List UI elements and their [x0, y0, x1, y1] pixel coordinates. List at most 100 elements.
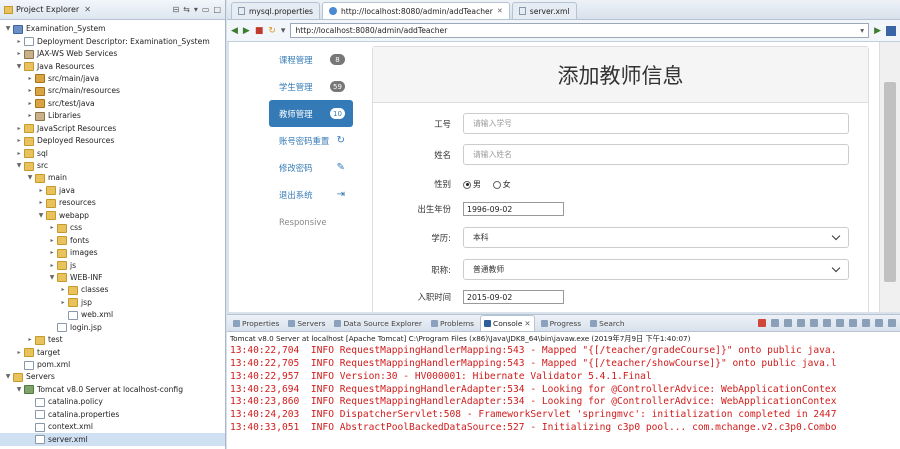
tree-item[interactable]: ▸ JAX-WS Web Services [0, 48, 225, 60]
tree-item[interactable]: ▸ src/main/java [0, 73, 225, 85]
tree-item[interactable]: ▸ css [0, 222, 225, 234]
tree-item[interactable]: login.jsp [0, 322, 225, 334]
close-tab-icon[interactable]: ✕ [497, 7, 503, 15]
name-input[interactable]: 请输入姓名 [463, 144, 849, 165]
nav-reset-password[interactable]: 账号密码重置 ↻ [269, 127, 353, 154]
tab-server-xml[interactable]: server.xml [511, 2, 577, 19]
tree-item[interactable]: pom.xml [0, 359, 225, 371]
hire-date-input[interactable]: 2015-09-02 [463, 290, 564, 304]
tab-properties[interactable]: Properties [230, 315, 282, 331]
collapsed-arrow-icon[interactable]: ▸ [15, 347, 23, 359]
radio-male[interactable] [463, 180, 471, 189]
expanded-arrow-icon[interactable]: ▼ [48, 272, 56, 284]
tree-item[interactable]: web.xml [0, 309, 225, 321]
tree-item[interactable]: ▸ js [0, 259, 225, 271]
tree-item[interactable]: ▸ target [0, 346, 225, 358]
go-icon[interactable]: ▶ [874, 26, 881, 36]
project-explorer-tab[interactable]: Project Explorer ✕ ⊟ ⇆ ▾ ▭ □ [0, 0, 225, 20]
tree-item[interactable]: ▸ sql [0, 147, 225, 159]
tab-search[interactable]: Search [587, 315, 627, 331]
collapsed-arrow-icon[interactable]: ▸ [59, 284, 67, 296]
collapsed-arrow-icon[interactable]: ▸ [59, 297, 67, 309]
minimize-icon[interactable] [875, 319, 883, 327]
browser-menu-icon[interactable] [886, 25, 896, 36]
tree-item[interactable]: ▸ classes [0, 284, 225, 296]
console-output[interactable]: Tomcat v8.0 Server at localhost [Apache … [227, 332, 900, 449]
terminate-icon[interactable] [758, 319, 766, 327]
collapsed-arrow-icon[interactable]: ▸ [48, 235, 56, 247]
tab-data-source-explorer[interactable]: Data Source Explorer [331, 315, 425, 331]
tree-item[interactable]: ▸ jsp [0, 297, 225, 309]
tree-item[interactable]: server.xml [0, 433, 225, 446]
collapsed-arrow-icon[interactable]: ▸ [26, 110, 34, 122]
nav-course-management[interactable]: 课程管理 8 [269, 46, 353, 73]
tree-item[interactable]: ▸ fonts [0, 234, 225, 246]
collapsed-arrow-icon[interactable]: ▸ [15, 48, 23, 60]
gender-male-option[interactable]: 男 [463, 179, 481, 190]
tab-progress[interactable]: Progress [538, 315, 585, 331]
collapsed-arrow-icon[interactable]: ▸ [15, 148, 23, 160]
forward-icon[interactable]: ▶ [243, 26, 250, 36]
close-tab-icon[interactable]: ✕ [524, 319, 530, 328]
tab-console[interactable]: Console ✕ [480, 315, 535, 331]
close-icon[interactable]: ✕ [84, 5, 91, 14]
collapsed-arrow-icon[interactable]: ▸ [15, 123, 23, 135]
refresh-icon[interactable]: ↻ [268, 26, 276, 36]
tree-item[interactable]: ▸ test [0, 334, 225, 346]
tree-item[interactable]: ▸ resources [0, 197, 225, 209]
tree-item[interactable]: ▸ JavaScript Resources [0, 123, 225, 135]
clear-console-icon[interactable] [797, 319, 805, 327]
tab-problems[interactable]: Problems [428, 315, 477, 331]
tree-item[interactable]: ▼ src [0, 160, 225, 172]
collapsed-arrow-icon[interactable]: ▸ [15, 135, 23, 147]
collapsed-arrow-icon[interactable]: ▸ [37, 197, 45, 209]
nav-logout[interactable]: 退出系统 ⇥ [269, 181, 353, 208]
maximize-icon[interactable] [888, 319, 896, 327]
tab-mysql-properties[interactable]: mysql.properties [231, 2, 320, 19]
minimize-icon[interactable]: ▭ [202, 5, 210, 14]
tree-item[interactable]: ▸ Libraries [0, 110, 225, 122]
scroll-lock-icon[interactable] [810, 319, 818, 327]
tree-item[interactable]: ▼ webapp [0, 210, 225, 222]
view-menu-icon[interactable]: ▾ [194, 5, 198, 14]
nav-teacher-management[interactable]: 教师管理 10 [269, 100, 353, 127]
tree-item[interactable]: ▸ src/test/java [0, 98, 225, 110]
tree-item[interactable]: ▸ Deployed Resources [0, 135, 225, 147]
expanded-arrow-icon[interactable]: ▼ [26, 172, 34, 184]
tree-item[interactable]: ▼ Servers [0, 371, 225, 383]
expanded-arrow-icon[interactable]: ▼ [15, 160, 23, 172]
tree-item[interactable]: ▸ java [0, 185, 225, 197]
open-console-icon[interactable] [862, 319, 870, 327]
title-select[interactable]: 普通教师 [463, 259, 849, 280]
expanded-arrow-icon[interactable]: ▼ [4, 371, 12, 383]
display-console-icon[interactable] [849, 319, 857, 327]
tree-item[interactable]: ▼ main [0, 172, 225, 184]
tree-item[interactable]: ▼ Java Resources [0, 60, 225, 72]
tree-item[interactable]: context.xml [0, 421, 225, 433]
collapsed-arrow-icon[interactable]: ▸ [26, 334, 34, 346]
tree-item[interactable]: ▼ Tomcat v8.0 Server at localhost-config [0, 384, 225, 396]
stop-icon[interactable]: ■ [255, 26, 264, 36]
collapse-all-icon[interactable]: ⊟ [172, 5, 179, 14]
dropdown-icon[interactable]: ▾ [281, 26, 286, 36]
link-editor-icon[interactable]: ⇆ [183, 5, 190, 14]
maximize-icon[interactable]: □ [213, 5, 221, 14]
back-icon[interactable]: ◀ [231, 26, 238, 36]
collapsed-arrow-icon[interactable]: ▸ [48, 247, 56, 259]
collapsed-arrow-icon[interactable]: ▸ [15, 36, 23, 48]
expanded-arrow-icon[interactable]: ▼ [15, 384, 23, 396]
tree-item[interactable]: catalina.properties [0, 409, 225, 421]
nav-student-management[interactable]: 学生管理 59 [269, 73, 353, 100]
collapsed-arrow-icon[interactable]: ▸ [26, 98, 34, 110]
chevron-down-icon[interactable]: ▾ [860, 26, 864, 35]
url-input[interactable]: http://localhost:8080/admin/addTeacher ▾ [290, 23, 870, 38]
tree-item[interactable]: catalina.policy [0, 396, 225, 408]
word-wrap-icon[interactable] [823, 319, 831, 327]
radio-female[interactable] [492, 180, 501, 189]
page-scrollbar[interactable] [879, 42, 900, 312]
collapsed-arrow-icon[interactable]: ▸ [26, 73, 34, 85]
tree-item[interactable]: ▼ WEB-INF [0, 272, 225, 284]
nav-change-password[interactable]: 修改密码 ✎ [269, 154, 353, 181]
birth-date-input[interactable]: 1996-09-02 [463, 202, 564, 216]
pin-console-icon[interactable] [836, 319, 844, 327]
